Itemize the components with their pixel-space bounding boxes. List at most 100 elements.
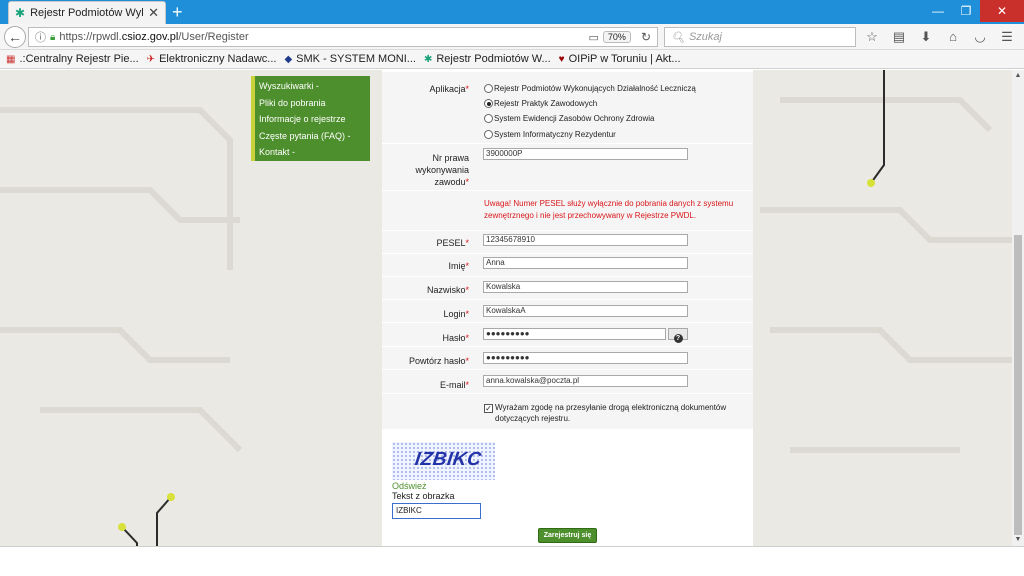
application-row: Aplikacja* Rejestr Podmiotów Wykonującyc… <box>382 72 753 144</box>
bookmark-item[interactable]: ✱ Rejestr Podmiotów W... <box>424 53 551 65</box>
email-label: E-mail* <box>439 380 469 390</box>
license-label: Nr prawa wykonywania zawodu* <box>415 153 469 187</box>
menu-icon[interactable]: ☰ <box>997 27 1017 47</box>
info-icon[interactable]: ⓘ <box>35 29 46 45</box>
window-controls: — ❐ ✕ <box>924 0 1024 22</box>
captcha-label: Tekst z obrazka <box>392 491 455 501</box>
address-bar[interactable]: ⓘ 🔒︎ https://rpwdl.csioz.gov.pl/User/Reg… <box>28 27 658 47</box>
search-input[interactable]: 🔍︎ Szukaj <box>664 27 856 47</box>
search-icon: 🔍︎ <box>671 31 685 44</box>
registration-form: Aplikacja* Rejestr Podmiotów Wykonującyc… <box>382 70 753 546</box>
page-scrollbar[interactable]: ▲ ▼ <box>1012 70 1024 546</box>
bookmark-item[interactable]: ♥ OIPiP w Toruniu | Akt... <box>559 53 681 65</box>
browser-tab[interactable]: ✱ Rejestr Podmiotów Wykonuj ✕ <box>8 1 166 24</box>
bookmark-item[interactable]: ▦ .:Centralny Rejestr Pie... <box>6 53 139 65</box>
browser-titlebar: ✱ Rejestr Podmiotów Wykonuj ✕ + — ❐ ✕ <box>0 0 1024 24</box>
asterisk-icon: ✱ <box>15 6 26 20</box>
menu-item-faq[interactable]: Częste pytania (FAQ) - <box>259 128 370 145</box>
zoom-indicator[interactable]: 70% <box>602 31 631 43</box>
password-repeat-field[interactable]: ●●●●●●●●● <box>483 352 688 364</box>
application-option[interactable]: Rejestr Podmiotów Wykonujących Działalno… <box>484 84 696 93</box>
pesel-label: PESEL* <box>436 238 469 248</box>
refresh-captcha-link[interactable]: Odśwież <box>392 481 427 491</box>
pesel-row: PESEL* 12345678910 <box>382 231 753 254</box>
radio-button[interactable] <box>484 114 493 123</box>
tab-title: Rejestr Podmiotów Wykonuj <box>30 7 143 19</box>
reader-view-icon[interactable]: ▭ <box>589 31 599 44</box>
password-label: Hasło* <box>442 333 469 343</box>
page-icon: ▦ <box>6 53 16 65</box>
first-name-row: Imię* Anna <box>382 254 753 277</box>
close-tab-icon[interactable]: ✕ <box>148 5 159 21</box>
menu-item-search[interactable]: Wyszukiwarki - <box>259 78 370 95</box>
password-repeat-label: Powtórz hasło* <box>408 356 469 366</box>
close-window-icon[interactable]: ✕ <box>980 0 1024 22</box>
pocket-icon[interactable]: ◡ <box>970 27 990 47</box>
captcha-input[interactable]: IZBIKC <box>392 503 481 519</box>
radio-button[interactable] <box>484 84 493 93</box>
password-repeat-row: Powtórz hasło* ●●●●●●●●● <box>382 347 753 370</box>
oipip-icon: ♥ <box>558 53 565 65</box>
menu-item-contact[interactable]: Kontakt - <box>259 144 370 161</box>
scroll-down-icon[interactable]: ▼ <box>1012 534 1024 546</box>
bookmark-item[interactable]: ◆ SMK - SYSTEM MONI... <box>284 53 416 65</box>
license-field[interactable]: 3900000P <box>483 148 688 160</box>
bird-icon: ✈ <box>146 53 156 65</box>
reload-icon[interactable]: ↻ <box>641 30 651 44</box>
login-row: Login* KowalskaA <box>382 300 753 323</box>
bookmarks-bar: ▦ .:Centralny Rejestr Pie... ✈ Elektronicz… <box>0 50 1024 69</box>
consent-checkbox-label[interactable]: ✓ Wyrażam zgodę na przesyłanie drogą ele… <box>484 402 746 424</box>
bottom-strip <box>0 546 1024 576</box>
lock-icon: 🔒︎ <box>50 31 56 43</box>
login-field[interactable]: KowalskaA <box>483 305 688 317</box>
application-label: Aplikacja* <box>429 84 469 94</box>
home-icon[interactable]: ⌂ <box>943 27 963 47</box>
password-row: Hasło* ●●●●●●●●● ? <box>382 323 753 347</box>
radio-button-selected[interactable] <box>484 99 493 108</box>
asterisk-icon: ✱ <box>423 53 433 65</box>
radio-button[interactable] <box>484 130 493 139</box>
application-option[interactable]: System Informatyczny Rezydentur <box>484 130 616 139</box>
last-name-field[interactable]: Kowalska <box>483 281 688 293</box>
toolbar-icons: ☆ ▤ ⬇ ⌂ ◡ ☰ <box>862 27 1017 47</box>
search-placeholder: Szukaj <box>688 31 722 43</box>
side-menu: Wyszukiwarki - Pliki do pobrania Informa… <box>251 76 370 161</box>
navigation-bar: ← ⓘ 🔒︎ https://rpwdl.csioz.gov.pl/User/R… <box>0 24 1024 50</box>
email-row: E-mail* anna.kowalska@poczta.pl <box>382 370 753 394</box>
smk-icon: ◆ <box>284 53 293 65</box>
help-icon: ? <box>673 334 683 343</box>
bookmark-star-icon[interactable]: ☆ <box>862 27 882 47</box>
register-button[interactable]: Zarejestruj się <box>538 528 597 543</box>
warning-row: Uwaga! Numer PESEL służy wyłącznie do po… <box>382 191 753 231</box>
application-option[interactable]: Rejestr Praktyk Zawodowych <box>484 99 597 108</box>
url-text: https://rpwdl.csioz.gov.pl/User/Register <box>59 31 249 43</box>
password-help-button[interactable]: ? <box>668 328 688 343</box>
login-label: Login* <box>443 309 469 319</box>
pesel-field[interactable]: 12345678910 <box>483 234 688 246</box>
consent-row: ✓ Wyrażam zgodę na przesyłanie drogą ele… <box>382 394 753 430</box>
scroll-thumb[interactable] <box>1014 235 1022 535</box>
scroll-up-icon[interactable]: ▲ <box>1012 70 1024 82</box>
download-icon[interactable]: ⬇ <box>916 27 936 47</box>
first-name-label: Imię* <box>448 261 469 271</box>
password-field[interactable]: ●●●●●●●●● <box>483 328 666 340</box>
captcha-image: IZBIKC <box>392 442 495 480</box>
menu-item-about[interactable]: Informacje o rejestrze <box>259 111 370 128</box>
license-row: Nr prawa wykonywania zawodu* 3900000P <box>382 144 753 191</box>
application-option[interactable]: System Ewidencji Zasobów Ochrony Zdrowia <box>484 114 655 123</box>
last-name-row: Nazwisko* Kowalska <box>382 277 753 300</box>
email-field[interactable]: anna.kowalska@poczta.pl <box>483 375 688 387</box>
bookmark-item[interactable]: ✈ Elektroniczny Nadawc... <box>147 53 277 65</box>
pesel-warning: Uwaga! Numer PESEL służy wyłącznie do po… <box>484 199 734 220</box>
first-name-field[interactable]: Anna <box>483 257 688 269</box>
menu-item-downloads[interactable]: Pliki do pobrania <box>259 95 370 112</box>
captcha-text: IZBIKC <box>413 449 483 470</box>
page-content: Wyszukiwarki - Pliki do pobrania Informa… <box>0 70 1012 546</box>
new-tab-button[interactable]: + <box>172 2 183 22</box>
back-button[interactable]: ← <box>4 26 26 48</box>
minimize-icon[interactable]: — <box>924 0 952 22</box>
last-name-label: Nazwisko* <box>426 285 469 295</box>
clipboard-icon[interactable]: ▤ <box>889 27 909 47</box>
restore-icon[interactable]: ❐ <box>952 0 980 22</box>
consent-checkbox[interactable]: ✓ <box>484 404 493 413</box>
